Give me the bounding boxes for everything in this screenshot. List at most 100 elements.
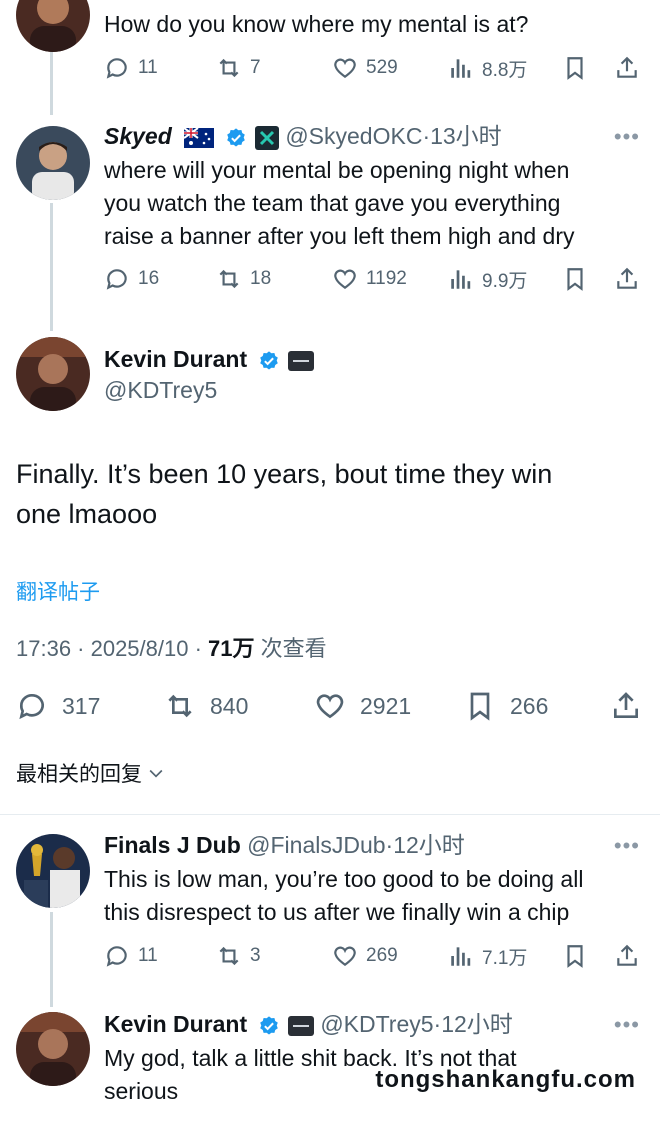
bookmark-icon xyxy=(470,692,490,721)
bookmark-button[interactable]: 266 xyxy=(464,686,548,726)
views-icon xyxy=(451,270,471,289)
retweet-icon xyxy=(168,694,192,718)
thread-line xyxy=(50,203,53,331)
share-button[interactable] xyxy=(614,51,640,85)
bookmark-button[interactable] xyxy=(562,51,588,85)
action-bar: 11 7 529 8.8万 xyxy=(104,51,644,85)
reply-count: 11 xyxy=(138,57,158,78)
reply-button[interactable]: 11 xyxy=(104,51,158,85)
avatar[interactable] xyxy=(16,126,90,200)
like-button[interactable]: 1192 xyxy=(332,262,407,296)
heart-icon xyxy=(334,58,356,78)
like-button[interactable]: 269 xyxy=(332,939,398,973)
tweet-header: Kevin Durant @KDTrey5·12小时 xyxy=(104,1008,513,1041)
reply-button[interactable]: 317 xyxy=(16,686,100,726)
bookmark-button[interactable] xyxy=(562,262,588,296)
australia-flag-icon xyxy=(184,127,215,148)
sort-label: 最相关的回复 xyxy=(16,763,142,786)
like-button[interactable]: 2921 xyxy=(314,686,411,726)
reply-button[interactable]: 16 xyxy=(104,262,159,296)
more-menu-icon[interactable]: ••• xyxy=(614,833,640,859)
handle-time[interactable]: @FinalsJDub·12小时 xyxy=(247,832,465,858)
share-button[interactable] xyxy=(614,939,640,973)
heart-icon xyxy=(316,694,344,719)
view-count: 71万 xyxy=(208,636,255,661)
reply-text: How do you know where my mental is at? xyxy=(104,11,529,37)
share-button[interactable] xyxy=(610,686,656,726)
views-button[interactable]: 7.1万 xyxy=(448,939,527,973)
avatar[interactable] xyxy=(16,337,90,411)
views-count: 7.1万 xyxy=(482,947,528,969)
handle[interactable]: @KDTrey5 xyxy=(104,374,217,407)
share-button[interactable] xyxy=(614,262,640,296)
retweet-button[interactable]: 840 xyxy=(164,686,248,726)
tweet-text-line: raise a banner after you left them high … xyxy=(104,223,575,249)
divider xyxy=(0,814,660,815)
share-icon xyxy=(617,944,637,966)
more-menu-icon[interactable]: ••• xyxy=(614,124,640,150)
thread-line xyxy=(50,912,53,1007)
display-name[interactable]: Kevin Durant xyxy=(104,1011,247,1037)
retweet-icon xyxy=(219,58,239,78)
views-button[interactable]: 9.9万 xyxy=(448,262,527,296)
reply-sort-dropdown[interactable]: 最相关的回复 xyxy=(16,758,166,788)
watermark: tongshankangfu.com xyxy=(375,1066,636,1093)
retweet-icon xyxy=(219,946,239,966)
tweet-header: Finals J Dub @FinalsJDub·12小时 xyxy=(104,829,465,862)
affiliate-x-icon xyxy=(254,125,279,150)
reply-count: 11 xyxy=(138,945,158,966)
share-icon xyxy=(614,692,638,718)
tweet-header: Skyed @SkyedOKC·13小时 xyxy=(104,120,502,153)
bookmark-count: 266 xyxy=(510,692,549,719)
share-icon xyxy=(617,56,637,78)
verified-badge-icon xyxy=(259,1016,278,1035)
retweet-button[interactable]: 3 xyxy=(216,939,261,973)
like-button[interactable]: 529 xyxy=(332,51,398,85)
verified-badge-icon xyxy=(259,351,278,370)
more-menu-icon[interactable]: ••• xyxy=(614,1012,640,1038)
heart-icon xyxy=(334,946,356,966)
retweet-button[interactable]: 18 xyxy=(216,262,271,296)
retweet-count: 18 xyxy=(250,268,272,289)
handle-time[interactable]: @SkyedOKC·13小时 xyxy=(285,123,501,149)
like-count: 2921 xyxy=(360,692,412,719)
retweet-button[interactable]: 7 xyxy=(216,51,261,85)
tweet-text-line: where will your mental be opening night … xyxy=(104,157,570,183)
avatar[interactable] xyxy=(16,1012,90,1086)
reply-icon xyxy=(106,58,127,79)
main-action-bar: 317 840 2921 266 xyxy=(16,686,646,726)
display-name[interactable]: Skyed xyxy=(104,123,172,149)
chevron-down-icon xyxy=(149,769,163,778)
affiliate-badge-icon xyxy=(287,350,314,371)
display-name[interactable]: Finals J Dub xyxy=(104,832,241,858)
views-icon xyxy=(451,59,471,78)
reply-button[interactable]: 11 xyxy=(104,939,158,973)
avatar[interactable] xyxy=(16,834,90,908)
timestamp[interactable]: 17:36 · 2025/8/10 · xyxy=(16,636,208,661)
tweet-text-line: Finally. It’s been 10 years, bout time t… xyxy=(16,459,553,489)
reply-icon xyxy=(106,946,127,967)
tweet-text-line: you watch the team that gave you everyth… xyxy=(104,190,561,216)
retweet-icon xyxy=(219,269,239,289)
translate-link[interactable]: 翻译帖子 xyxy=(16,576,100,606)
bookmark-button[interactable] xyxy=(562,939,588,973)
tweet-header: Kevin Durant xyxy=(104,343,314,376)
affiliate-badge-icon xyxy=(287,1015,314,1036)
display-name[interactable]: Kevin Durant xyxy=(104,346,247,372)
main-tweet-text: Finally. It’s been 10 years, bout time t… xyxy=(16,454,636,534)
reply-count: 317 xyxy=(62,692,101,719)
tweet-text: This is low man, you’re too good to be d… xyxy=(104,863,583,929)
tweet-text: where will your mental be opening night … xyxy=(104,154,575,253)
action-bar: 11 3 269 7.1万 xyxy=(104,939,644,973)
tweet-text-line: one lmaooo xyxy=(16,499,158,529)
retweet-count: 3 xyxy=(250,945,261,966)
handle-time[interactable]: @KDTrey5·12小时 xyxy=(320,1011,512,1037)
avatar[interactable] xyxy=(16,0,90,52)
verified-badge-icon xyxy=(226,128,245,147)
reply-icon xyxy=(19,694,44,720)
views-button[interactable]: 8.8万 xyxy=(448,51,527,85)
reply-count: 16 xyxy=(138,268,160,289)
like-count: 529 xyxy=(366,57,398,78)
share-icon xyxy=(617,267,637,289)
bookmark-icon xyxy=(567,268,583,291)
